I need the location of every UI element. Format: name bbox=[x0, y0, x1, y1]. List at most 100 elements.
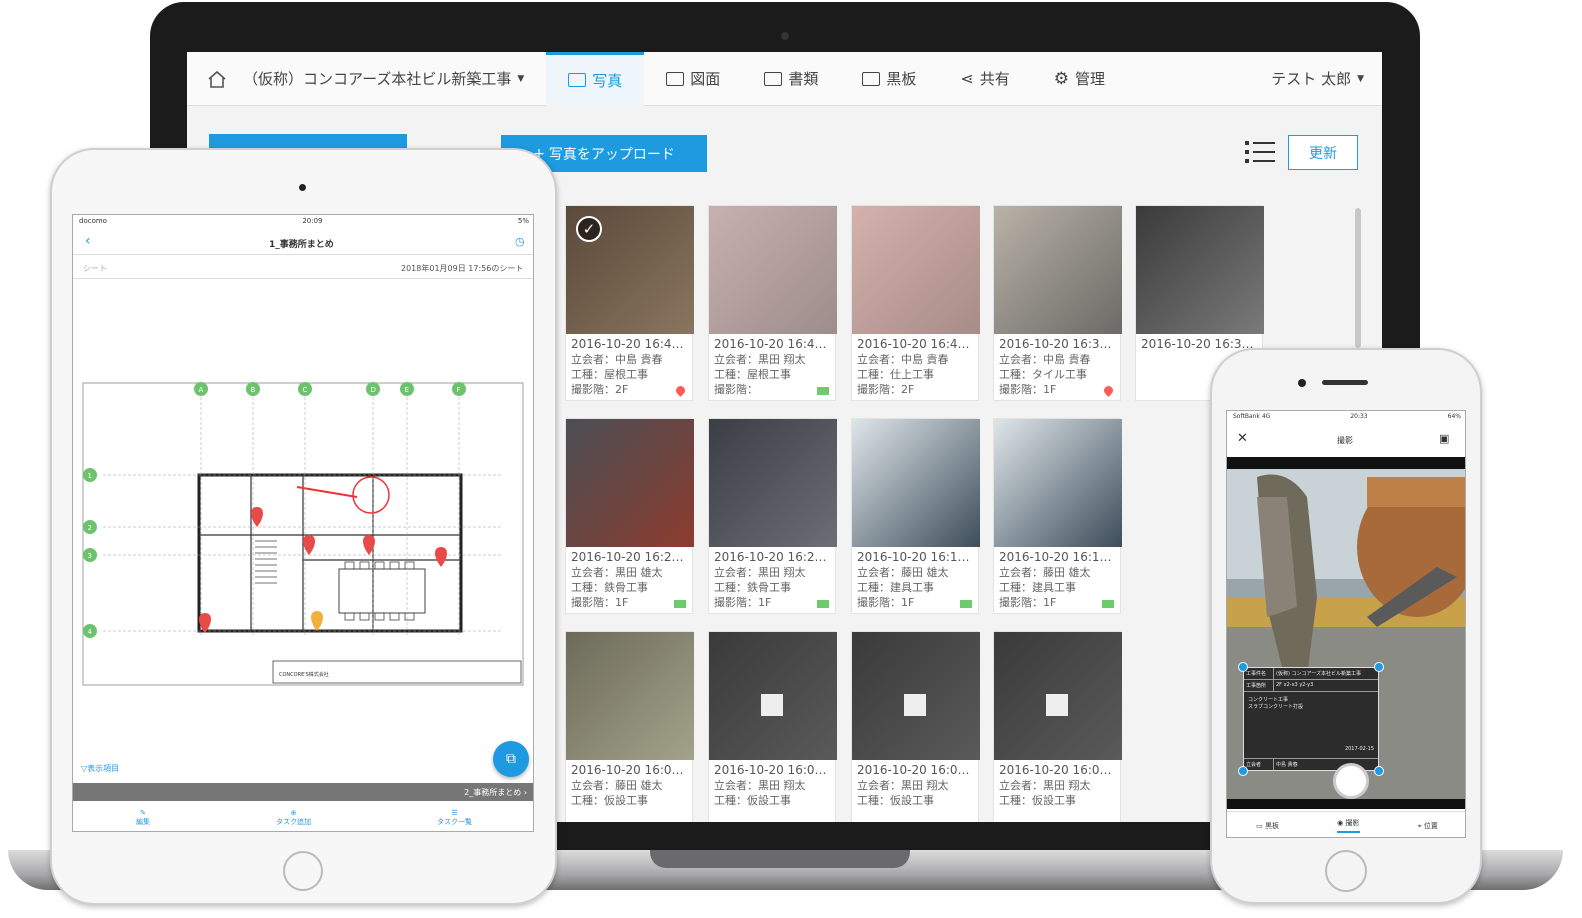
iphone-status-bar: SoftBank 4G 20:33 64% bbox=[1227, 411, 1465, 423]
photo-meta-line: 立会者：黒田 翔太 bbox=[857, 779, 949, 792]
blackboard-icon bbox=[674, 600, 686, 608]
sheet-info[interactable]: 2018年01月09日 17:56のシート bbox=[401, 263, 523, 274]
tab-share[interactable]: ⋖ 共有 bbox=[938, 52, 1031, 106]
tab-blackboard[interactable]: ▭ 黒板 bbox=[1256, 821, 1279, 831]
photo-thumbnail bbox=[566, 419, 694, 547]
photo-card[interactable]: 2016-10-20 16:0… 立会者：黒田 翔太 工種：仮設工事 bbox=[708, 631, 837, 822]
photo-card[interactable]: 2016-10-20 16:3… 立会者：中島 貴春 工種：タイル工事 撮影階：1F bbox=[993, 205, 1122, 401]
markup-circle bbox=[352, 476, 390, 514]
photo-date: 2016-10-20 16:1… bbox=[857, 550, 970, 564]
photo-meta-line: 立会者：中島 貴春 bbox=[571, 353, 663, 366]
refresh-button[interactable]: 更新 bbox=[1288, 135, 1358, 170]
photo-meta: 2016-10-20 16:1… 立会者：藤田 雄太 工種：建具工事 撮影階：1F bbox=[857, 550, 975, 610]
title-block-company: CONCORE'S株式会社 bbox=[279, 671, 329, 678]
resize-handle[interactable] bbox=[1238, 662, 1248, 672]
tab-task-list[interactable]: ☰ タスク一覧 bbox=[437, 809, 472, 827]
tab-blackboard[interactable]: 黒板 bbox=[840, 52, 938, 106]
tab-add-task[interactable]: ⊕ タスク追加 bbox=[276, 809, 311, 827]
scrollbar[interactable] bbox=[1355, 208, 1361, 348]
layers-icon: ⧉ bbox=[506, 751, 516, 767]
tab-location[interactable]: ⌖ 位置 bbox=[1418, 821, 1438, 831]
iphone-home-button[interactable] bbox=[1325, 850, 1367, 892]
laptop-notch bbox=[650, 850, 910, 868]
tab-label: 撮影 bbox=[1345, 819, 1360, 827]
chair bbox=[359, 612, 370, 621]
photo-card[interactable]: 2016-10-20 16:0… 立会者：黒田 翔太 工種：仮設工事 bbox=[993, 631, 1122, 822]
upload-label: 写真をアップロード bbox=[548, 146, 675, 163]
iphone-camera bbox=[1298, 379, 1306, 387]
photo-card[interactable]: 2016-10-20 16:4… 立会者：黒田 翔太 工種：屋根工事 撮影階： bbox=[708, 205, 837, 401]
tab-documents[interactable]: 書類 bbox=[742, 52, 840, 106]
photo-thumbnail bbox=[852, 206, 980, 334]
photo-meta-line: 工種：建具工事 bbox=[999, 581, 1076, 594]
photo-meta-line: 立会者：黒田 雄太 bbox=[571, 566, 663, 579]
blackboard-icon bbox=[1102, 600, 1114, 608]
photo-date: 2016-10-20 16:2… bbox=[571, 550, 684, 564]
add-fab[interactable]: ⧉ bbox=[493, 741, 529, 777]
photo-card[interactable]: 2016-10-20 16:0… 立会者：藤田 雄太 工種：仮設工事 bbox=[565, 631, 694, 822]
next-sheet-bar[interactable]: 2_事務所まとめ › bbox=[73, 783, 533, 801]
photo-icon bbox=[568, 73, 587, 87]
tab-photos[interactable]: 写真 bbox=[546, 52, 645, 106]
back-chevron-icon[interactable]: ‹ bbox=[85, 233, 91, 249]
location-pin-icon: ⌖ bbox=[1417, 821, 1422, 830]
photo-date: 2016-10-20 16:0… bbox=[857, 763, 970, 777]
drawing-icon bbox=[666, 71, 685, 86]
selected-check-icon[interactable]: ✓ bbox=[576, 216, 602, 242]
photo-date: 2016-10-20 16:1… bbox=[999, 550, 1112, 564]
chair bbox=[374, 612, 385, 621]
history-icon[interactable]: ◷ bbox=[515, 235, 525, 248]
filter-link[interactable]: ▽表示項目 bbox=[81, 763, 119, 774]
list-view-icon[interactable] bbox=[1245, 139, 1275, 165]
blackboard-overlay[interactable]: 工事件名 (仮称) コンコアーズ本社ビル新築工事 工事箇所 2F x2-x3 y2-… bbox=[1243, 667, 1379, 771]
photo-card[interactable]: 2016-10-20 16:2… 立会者：黒田 雄太 工種：鉄骨工事 撮影階：1F bbox=[565, 418, 694, 614]
close-icon[interactable]: ✕ bbox=[1237, 431, 1248, 446]
chair bbox=[344, 612, 355, 621]
photo-card[interactable]: 2016-10-20 16:2… 立会者：黒田 翔太 工種：鉄骨工事 撮影階：1F bbox=[708, 418, 837, 614]
floor-plan[interactable]: CONCORE'S株式会社 A B C D E F 1 2 3 4 bbox=[73, 375, 534, 705]
shutter-button[interactable] bbox=[1333, 763, 1369, 799]
project-selector[interactable]: （仮称）コンコアーズ本社ビル新築工事 ▼ bbox=[237, 52, 546, 106]
tab-drawings[interactable]: 図面 bbox=[644, 52, 742, 106]
photo-card[interactable]: 2016-10-20 16:1… 立会者：藤田 雄太 工種：建具工事 撮影階：1F bbox=[851, 418, 980, 614]
resize-handle[interactable] bbox=[1374, 766, 1384, 776]
ipad-screen: docomo 20:09 5% ‹ 1_事務所まとめ ◷ シート 2018年01… bbox=[72, 214, 534, 832]
photo-card[interactable]: 2016-10-20 16:0… 立会者：黒田 翔太 工種：仮設工事 bbox=[851, 631, 980, 822]
board-value: (仮称) コンコアーズ本社ビル新築工事 bbox=[1276, 671, 1361, 677]
photo-meta: 2016-10-20 16:0… 立会者：藤田 雄太 工種：仮設工事 bbox=[571, 763, 689, 808]
iphone-screen: SoftBank 4G 20:33 64% ✕ 撮影 ▣ 工事件名 (仮称) コン… bbox=[1226, 410, 1466, 838]
tab-shoot[interactable]: ◉ 撮影 bbox=[1337, 818, 1360, 833]
sheet-bar: シート 2018年01月09日 17:56のシート bbox=[73, 257, 533, 279]
user-menu[interactable]: テスト 太郎 ▼ bbox=[1249, 52, 1382, 106]
photo-card[interactable]: 2016-10-20 16:4… 立会者：中島 貴春 工種：仕上工事 撮影階：2F bbox=[851, 205, 980, 401]
next-sheet-label: 2_事務所まとめ bbox=[464, 788, 522, 797]
board-row: 工事箇所 2F x2-x3 y2-y3 bbox=[1244, 680, 1378, 692]
photo-card[interactable]: ✓ 2016-10-20 16:4… 立会者：中島 貴春 工種：屋根工事 撮影階：2F bbox=[565, 205, 694, 401]
ipad-home-button[interactable] bbox=[283, 851, 323, 891]
tab-admin[interactable]: ⚙ 管理 bbox=[1032, 52, 1127, 106]
photo-thumbnail bbox=[709, 419, 837, 547]
board-key: 工事件名 bbox=[1244, 668, 1274, 679]
camera-header: ✕ 撮影 ▣ bbox=[1227, 425, 1465, 455]
grid-marker-label: E bbox=[405, 386, 409, 394]
gallery-icon[interactable]: ▣ bbox=[1439, 432, 1449, 445]
photo-date: 2016-10-20 16:4… bbox=[571, 337, 684, 351]
markup-arrow bbox=[296, 486, 358, 498]
blackboard-icon bbox=[862, 71, 881, 86]
task-pin-icon bbox=[435, 547, 447, 567]
photo-meta-line: 工種：鉄骨工事 bbox=[571, 581, 648, 594]
photo-meta: 2016-10-20 16:1… 立会者：藤田 雄太 工種：建具工事 撮影階：1F bbox=[999, 550, 1117, 610]
resize-handle[interactable] bbox=[1238, 766, 1248, 776]
photo-card[interactable]: 2016-10-20 16:1… 立会者：藤田 雄太 工種：建具工事 撮影階：1F bbox=[993, 418, 1122, 614]
tab-edit[interactable]: ✎ 編集 bbox=[136, 809, 150, 827]
ipad-tabbar: ✎ 編集 ⊕ タスク追加 ☰ タスク一覧 bbox=[73, 803, 533, 831]
board-value: 2F x2-x3 y2-y3 bbox=[1276, 682, 1314, 688]
user-name: テスト 太郎 bbox=[1271, 70, 1352, 88]
photo-meta-line: 工種：仮設工事 bbox=[714, 794, 791, 807]
chair bbox=[404, 612, 415, 621]
ipad-status-bar: docomo 20:09 5% bbox=[73, 215, 533, 229]
home-button[interactable] bbox=[187, 52, 237, 106]
tab-label: 編集 bbox=[136, 818, 150, 826]
resize-handle[interactable] bbox=[1374, 662, 1384, 672]
grid-marker-label: 2 bbox=[88, 524, 92, 532]
